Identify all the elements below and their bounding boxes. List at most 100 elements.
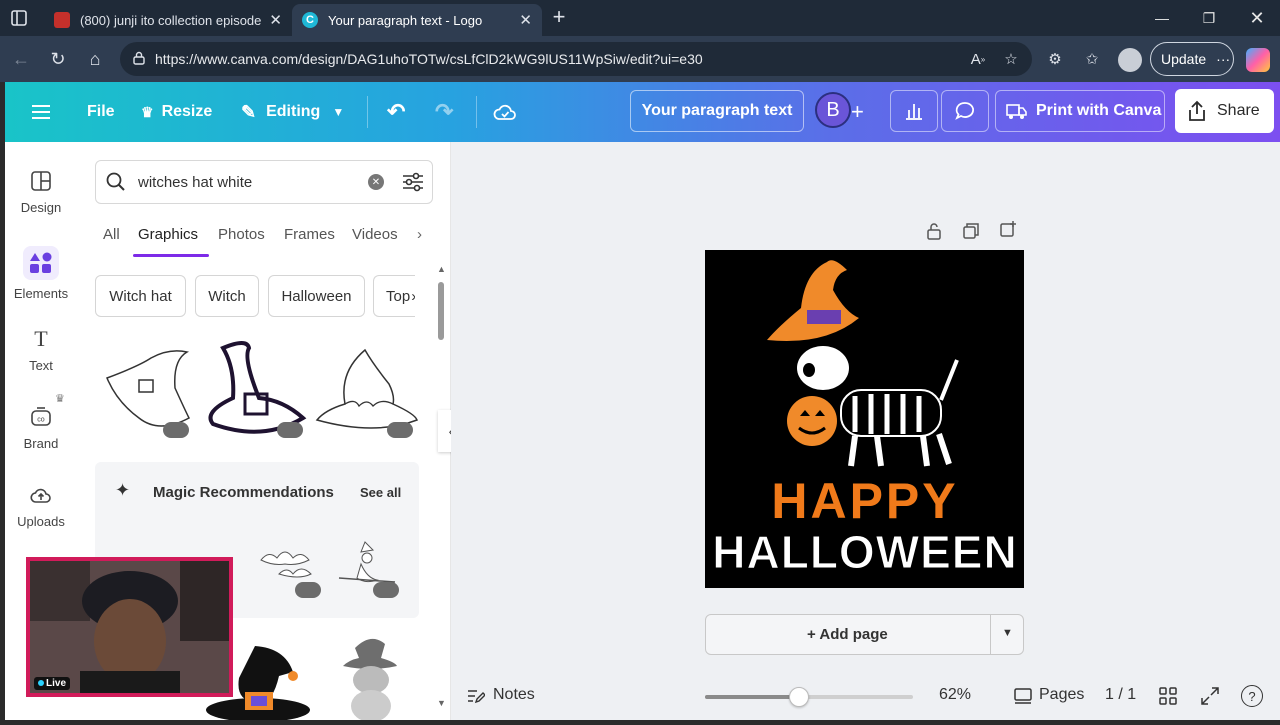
chevron-down-icon[interactable]: ▼ — [1002, 627, 1013, 639]
scroll-up-icon[interactable]: ▲ — [437, 264, 446, 274]
pages-button[interactable]: Pages — [1039, 686, 1084, 704]
chip-halloween[interactable]: Halloween — [268, 275, 365, 317]
collaborator-avatar[interactable]: B — [815, 92, 851, 128]
add-page-label: + Add page — [807, 626, 888, 643]
chip-top[interactable]: Top › — [373, 275, 415, 317]
cloud-saved-icon[interactable] — [493, 96, 517, 128]
reload-icon[interactable]: ↻ — [43, 44, 73, 74]
close-icon[interactable]: ✕ — [519, 11, 532, 29]
scroll-down-icon[interactable]: ▼ — [437, 698, 446, 708]
lock-icon[interactable] — [925, 222, 943, 245]
upload-cloud-icon — [30, 484, 52, 506]
add-page-button[interactable]: + Add page ▼ — [705, 614, 1024, 655]
notes-button[interactable]: Notes — [493, 686, 535, 704]
browser-tab-youtube[interactable]: (800) junji ito collection episode 6 ✕ — [44, 4, 292, 36]
more-icon[interactable]: ··· — [1216, 51, 1230, 67]
comment-icon[interactable] — [941, 90, 989, 132]
share-button[interactable]: Share — [1175, 89, 1274, 133]
file-menu[interactable]: File — [87, 96, 115, 128]
undo-icon[interactable]: ↶ — [387, 96, 405, 128]
search-input[interactable]: witches hat white ✕ — [95, 160, 433, 204]
rail-item-design[interactable]: Design — [5, 170, 77, 215]
close-icon[interactable]: ✕ — [269, 11, 282, 29]
add-page-icon[interactable] — [999, 220, 1017, 243]
canva-toolbar: File ♛ Resize ✎ Editing ▼ ↶ ↷ Your parag… — [5, 82, 1280, 142]
svg-text:co: co — [37, 417, 45, 424]
magic-sparkle-icon: ✦ — [115, 480, 131, 500]
help-icon[interactable]: ? — [1241, 685, 1263, 707]
duplicate-page-icon[interactable] — [962, 222, 980, 245]
tab-videos[interactable]: Videos — [352, 226, 398, 243]
editing-mode-dropdown[interactable]: ✎ Editing ▼ — [241, 96, 344, 128]
rail-item-uploads[interactable]: Uploads — [5, 484, 77, 529]
zoom-slider[interactable] — [705, 687, 913, 707]
graphic-bats[interactable] — [257, 542, 327, 598]
graphic-cat-witch-hat[interactable] — [335, 632, 405, 722]
update-button[interactable]: Update ··· — [1150, 42, 1234, 76]
rail-label: Elements — [13, 286, 69, 301]
insights-chart-icon[interactable] — [890, 90, 938, 132]
tab-graphics[interactable]: Graphics — [138, 226, 198, 243]
editing-label: Editing — [266, 103, 321, 120]
chevron-right-icon[interactable]: › — [411, 288, 415, 305]
copilot-icon[interactable] — [1246, 48, 1270, 72]
premium-crown-badge — [295, 582, 321, 598]
rail-item-brand[interactable]: ♛ co Brand — [5, 393, 77, 451]
canva-icon: C — [302, 12, 318, 28]
graphic-witch-broom[interactable] — [335, 538, 405, 598]
rail-item-text[interactable]: T Text — [5, 328, 77, 374]
restore-icon[interactable]: ❐ — [1186, 0, 1232, 36]
tab-actions-icon[interactable] — [10, 9, 28, 27]
home-icon[interactable]: ⌂ — [80, 44, 110, 74]
window-close-icon[interactable]: ✕ — [1234, 0, 1280, 36]
add-collaborator-icon[interactable]: + — [851, 96, 864, 128]
grid-view-icon[interactable] — [1159, 687, 1177, 710]
halloween-dog-graphic[interactable]: HAPPY HALLOWEEN — [705, 250, 1024, 588]
site-info-icon[interactable] — [132, 51, 146, 65]
update-label: Update — [1161, 51, 1207, 67]
search-icon — [106, 172, 126, 196]
favorite-star-icon[interactable]: ☆ — [1000, 48, 1022, 70]
streamer-video-image — [30, 561, 229, 693]
premium-crown-badge — [373, 582, 399, 598]
zoom-slider-thumb[interactable] — [788, 687, 809, 707]
chip-witch[interactable]: Witch — [195, 275, 259, 317]
rail-item-elements[interactable]: Elements — [5, 246, 77, 301]
tab-frames[interactable]: Frames — [284, 226, 335, 243]
document-title[interactable]: Your paragraph text — [630, 90, 804, 132]
active-tab-indicator — [133, 254, 209, 257]
zoom-level[interactable]: 62% — [939, 686, 971, 704]
clear-search-icon[interactable]: ✕ — [368, 174, 384, 190]
menu-icon[interactable] — [31, 96, 51, 128]
new-tab-button[interactable]: + — [548, 6, 570, 28]
chevron-right-icon[interactable]: › — [417, 226, 422, 243]
graphic-witch-hat-1[interactable] — [99, 338, 195, 438]
graphic-witch-hat-2[interactable] — [203, 338, 307, 438]
back-icon[interactable]: ← — [6, 44, 36, 74]
see-all-link[interactable]: See all — [360, 485, 401, 500]
panel-scrollbar[interactable] — [438, 282, 444, 340]
share-label: Share — [1217, 102, 1260, 119]
search-value: witches hat white — [138, 173, 253, 191]
graphic-witch-hat-3[interactable] — [315, 344, 419, 438]
minimize-icon[interactable]: — — [1139, 0, 1185, 36]
profile-avatar[interactable] — [1118, 48, 1142, 72]
chip-witch-hat[interactable]: Witch hat — [95, 275, 186, 317]
url-field[interactable]: https://www.canva.com/design/DAG1uhoTOTw… — [120, 42, 1032, 76]
extensions-icon[interactable]: ⚙ — [1044, 48, 1066, 70]
design-page[interactable]: HAPPY HALLOWEEN — [705, 250, 1024, 588]
print-with-canva-button[interactable]: Print with Canva — [995, 90, 1165, 132]
browser-tab-bar: (800) junji ito collection episode 6 ✕ C… — [0, 0, 1280, 36]
toolbar-divider — [476, 96, 477, 128]
redo-icon[interactable]: ↷ — [435, 96, 453, 128]
tab-photos[interactable]: Photos — [218, 226, 265, 243]
fullscreen-icon[interactable] — [1201, 687, 1219, 710]
resize-button[interactable]: ♛ Resize — [141, 96, 212, 128]
read-aloud-icon[interactable]: A» — [967, 48, 989, 70]
browser-tab-canva[interactable]: C Your paragraph text - Logo ✕ — [292, 4, 542, 36]
filter-icon[interactable] — [402, 172, 424, 196]
webcam-overlay: Live — [26, 557, 233, 697]
favorites-icon[interactable]: ✩ — [1081, 48, 1103, 70]
tab-all[interactable]: All — [103, 226, 120, 243]
tab-title: (800) junji ito collection episode 6 — [80, 12, 262, 28]
